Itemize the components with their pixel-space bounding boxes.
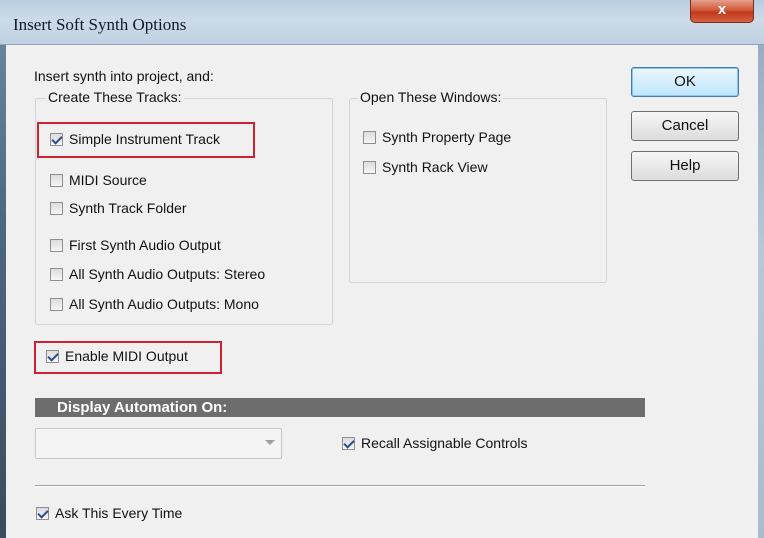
checkbox-label: Synth Rack View [382, 159, 488, 175]
checkbox-all-outputs-mono[interactable]: All Synth Audio Outputs: Mono [50, 296, 259, 312]
checkbox-ask-this-every-time[interactable]: Ask This Every Time [36, 505, 182, 521]
checkbox-label: Synth Track Folder [69, 200, 187, 216]
intro-text: Insert synth into project, and: [34, 68, 214, 84]
checkbox-midi-source[interactable]: MIDI Source [50, 172, 147, 188]
divider [35, 485, 645, 487]
cancel-button[interactable]: Cancel [631, 111, 739, 141]
checkbox-label: Recall Assignable Controls [361, 435, 528, 451]
checkbox-first-synth-audio-output[interactable]: First Synth Audio Output [50, 237, 221, 253]
help-button[interactable]: Help [631, 151, 739, 181]
close-button[interactable]: x [690, 0, 754, 23]
checkbox-synth-rack-view[interactable]: Synth Rack View [363, 159, 488, 175]
ok-button[interactable]: OK [631, 67, 739, 97]
checkbox-synth-track-folder[interactable]: Synth Track Folder [50, 200, 187, 216]
windows-group-label: Open These Windows: [358, 89, 504, 105]
checkbox-box[interactable] [50, 238, 63, 252]
automation-combobox[interactable] [35, 428, 282, 459]
chevron-down-icon[interactable] [265, 440, 275, 445]
checkbox-label: Enable MIDI Output [65, 348, 188, 364]
checkbox-label: All Synth Audio Outputs: Mono [69, 296, 259, 312]
checkbox-box[interactable] [50, 297, 63, 311]
automation-section-header: Display Automation On: [35, 398, 645, 417]
checkbox-box[interactable] [50, 267, 63, 281]
checkbox-label: Synth Property Page [382, 129, 512, 145]
title-bar: Insert Soft Synth Options x [0, 0, 764, 45]
dialog-body: Insert synth into project, and: Create T… [6, 45, 758, 538]
checkbox-label: Simple Instrument Track [69, 131, 220, 147]
checkbox-label: Ask This Every Time [55, 505, 183, 521]
checkbox-box[interactable] [342, 436, 355, 450]
checkbox-label: First Synth Audio Output [69, 237, 221, 253]
tracks-group-label: Create These Tracks: [46, 89, 184, 105]
checkbox-label: All Synth Audio Outputs: Stereo [69, 266, 266, 282]
checkbox-recall-assignable-controls[interactable]: Recall Assignable Controls [342, 435, 528, 451]
checkbox-simple-instrument-track[interactable]: Simple Instrument Track [50, 131, 220, 147]
close-icon: x [717, 1, 727, 18]
checkbox-enable-midi-output[interactable]: Enable MIDI Output [46, 348, 188, 364]
background-window-edge-right [758, 0, 764, 538]
windows-groupbox [349, 98, 607, 283]
checkbox-box[interactable] [363, 130, 376, 144]
checkbox-label: MIDI Source [69, 172, 147, 188]
checkbox-box[interactable] [50, 132, 63, 146]
checkbox-box[interactable] [50, 173, 63, 187]
checkbox-box[interactable] [46, 349, 59, 363]
checkbox-synth-property-page[interactable]: Synth Property Page [363, 129, 511, 145]
checkbox-box[interactable] [50, 201, 63, 215]
checkbox-all-outputs-stereo[interactable]: All Synth Audio Outputs: Stereo [50, 266, 265, 282]
checkbox-box[interactable] [36, 506, 49, 520]
window-title: Insert Soft Synth Options [13, 15, 187, 34]
checkbox-box[interactable] [363, 160, 376, 174]
